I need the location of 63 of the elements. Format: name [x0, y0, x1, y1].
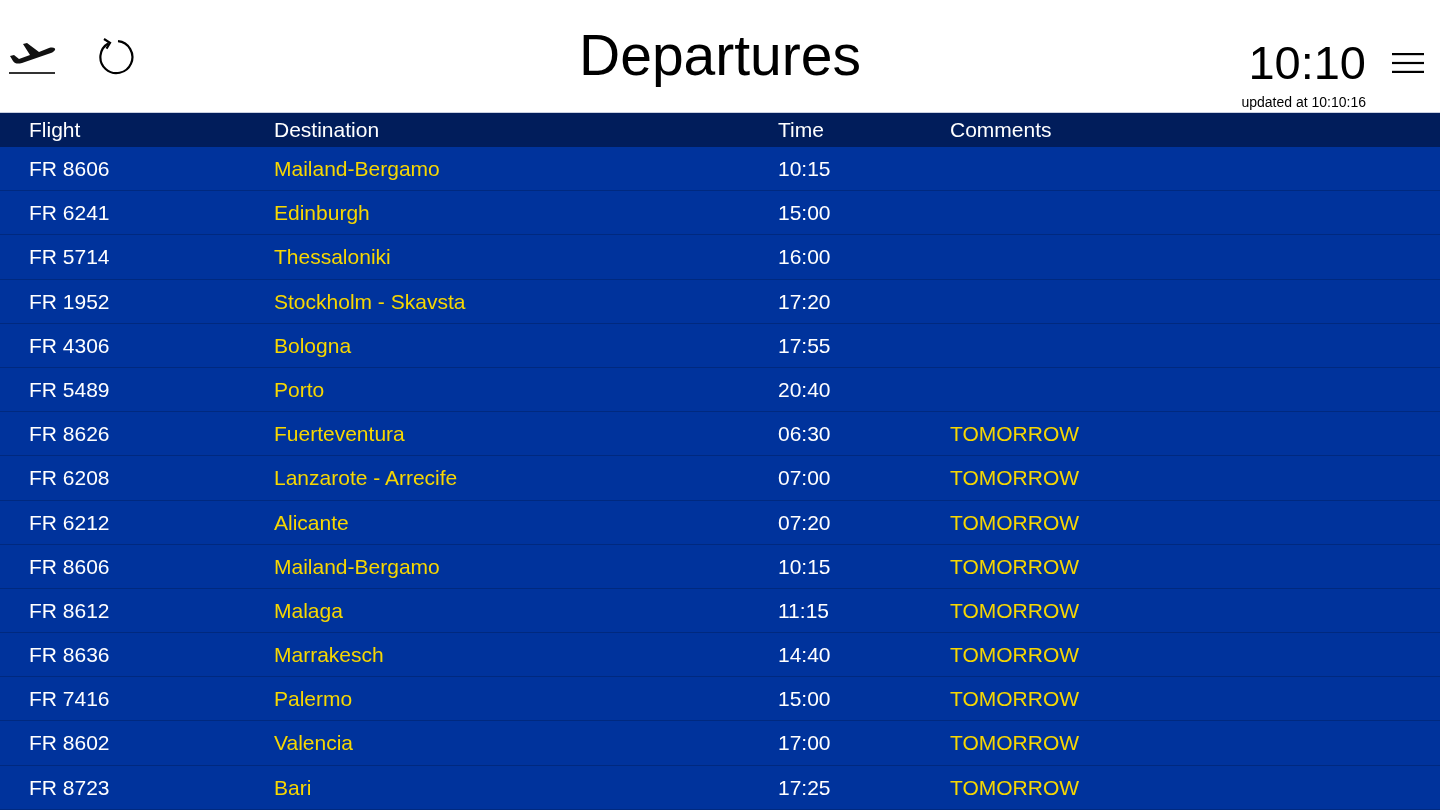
time-cell: 10:15 [778, 553, 831, 579]
flight-number: FR 6212 [29, 509, 110, 535]
destination-cell: Palermo [274, 686, 353, 712]
time-cell: 16:00 [778, 244, 831, 270]
flight-number: FR 8636 [29, 642, 110, 668]
flight-number: FR 4306 [29, 332, 110, 358]
column-header: Time [778, 117, 824, 143]
destination-cell: Lanzarote - Arrecife [274, 465, 458, 491]
comment-cell: TOMORROW [950, 553, 1080, 579]
destination-cell: Thessaloniki [274, 244, 391, 270]
flight-number: FR 5714 [29, 244, 110, 270]
comment-cell: TOMORROW [950, 597, 1080, 624]
time-cell: 15:00 [778, 686, 831, 712]
time-cell: 17:00 [778, 730, 831, 756]
time-cell: 11:15 [778, 597, 829, 624]
time-cell: 17:25 [778, 774, 831, 800]
page-title: Departures [579, 26, 861, 86]
flight-number: FR 1952 [29, 288, 110, 314]
time-cell: 07:00 [778, 465, 831, 491]
flight-number: FR 6208 [29, 465, 110, 491]
time-cell: 15:00 [778, 200, 831, 226]
destination-cell: Mailand-Bergamo [274, 156, 440, 182]
destination-cell: Fuerteventura [274, 421, 405, 447]
destination-cell: Bari [274, 774, 312, 800]
destination-cell: Porto [274, 376, 325, 403]
destination-cell: Malaga [274, 597, 343, 624]
comment-cell: TOMORROW [950, 509, 1080, 535]
flight-number: FR 8606 [29, 553, 110, 579]
flight-number: FR 8602 [29, 730, 110, 756]
destination-cell: Valencia [274, 730, 353, 756]
destination-cell: Edinburgh [274, 200, 370, 226]
flight-number: FR 8723 [29, 774, 110, 800]
destination-cell: Stockholm - Skavsta [274, 288, 466, 314]
refresh-icon[interactable] [96, 38, 134, 76]
destination-cell: Bologna [274, 332, 352, 358]
comment-cell: TOMORROW [950, 642, 1080, 668]
flight-number: FR 5489 [29, 376, 110, 403]
flight-number: FR 6241 [29, 200, 110, 226]
destination-cell: Marrakesch [274, 642, 384, 668]
column-header: Flight [29, 117, 81, 143]
column-header: Comments [950, 117, 1052, 143]
comment-cell: TOMORROW [950, 774, 1080, 800]
comment-cell: TOMORROW [950, 686, 1080, 712]
comment-cell: TOMORROW [950, 465, 1080, 491]
time-cell: 06:30 [778, 421, 831, 447]
flight-number: FR 8606 [29, 156, 110, 182]
destination-cell: Mailand-Bergamo [274, 553, 440, 579]
menu-icon[interactable] [1392, 52, 1424, 73]
flight-number: FR 8612 [29, 597, 110, 624]
time-cell: 10:15 [778, 156, 831, 182]
time-cell: 07:20 [778, 509, 831, 535]
time-cell: 17:20 [778, 288, 831, 314]
column-header: Destination [274, 117, 380, 143]
comment-cell: TOMORROW [950, 730, 1080, 756]
time-cell: 14:40 [778, 642, 831, 668]
destination-cell: Alicante [274, 509, 349, 535]
flight-number: FR 7416 [29, 686, 110, 712]
clock-time: 10:10 [1248, 38, 1366, 86]
time-cell: 17:55 [778, 332, 831, 358]
updated-time: updated at 10:10:16 [1241, 94, 1366, 109]
flight-number: FR 8626 [29, 421, 110, 447]
comment-cell: TOMORROW [950, 421, 1080, 447]
time-cell: 20:40 [778, 376, 831, 403]
